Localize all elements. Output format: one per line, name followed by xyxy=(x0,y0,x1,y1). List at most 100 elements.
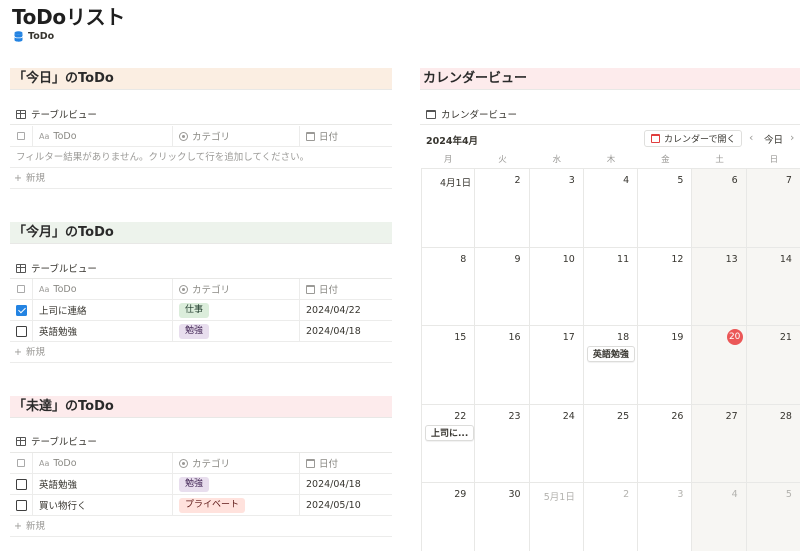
done-checkbox[interactable] xyxy=(15,478,27,490)
column-label: 日付 xyxy=(319,132,339,143)
open-in-calendar-button[interactable]: カレンダーで開く xyxy=(644,130,743,147)
chevron-left-icon[interactable]: ‹ xyxy=(749,131,753,144)
calendar-day[interactable]: 2 xyxy=(584,483,639,551)
date-cell[interactable]: 2024/04/22 xyxy=(300,300,392,320)
category-column-header[interactable]: カテゴリ xyxy=(173,453,300,473)
table-row[interactable]: 買い物行く プライベート 2024/05/10 xyxy=(10,495,392,516)
todo-cell[interactable]: 英語勉強 xyxy=(33,321,173,341)
day-number: 12 xyxy=(671,253,684,265)
calendar-day[interactable]: 15 xyxy=(421,326,476,404)
calendar-day[interactable]: 28 xyxy=(746,404,800,482)
day-number: 23 xyxy=(508,410,521,422)
category-cell[interactable]: 仕事 xyxy=(173,300,300,320)
calendar-day[interactable]: 7 xyxy=(746,169,800,247)
calendar-day[interactable]: 24 xyxy=(530,404,584,482)
day-number: 4 xyxy=(731,489,738,500)
category-column-header[interactable]: カテゴリ xyxy=(173,126,300,146)
plus-icon: + xyxy=(14,521,22,532)
calendar-day[interactable]: 19 xyxy=(638,326,693,404)
category-cell[interactable]: 勉強 xyxy=(173,321,300,341)
calendar-day[interactable]: 4 xyxy=(692,483,747,551)
calendar-day[interactable]: 16 xyxy=(475,326,530,404)
calendar-day[interactable]: 6 xyxy=(692,169,747,247)
todo-cell[interactable]: 英語勉強 xyxy=(33,474,173,494)
checkbox-column-header[interactable] xyxy=(10,126,33,146)
calendar-day[interactable]: 13 xyxy=(692,247,747,325)
table-row[interactable]: 上司に連絡 仕事 2024/04/22 xyxy=(10,300,392,321)
calendar-day[interactable]: 3 xyxy=(530,169,584,247)
checkbox-column-header[interactable] xyxy=(10,279,33,299)
calendar-day[interactable]: 9 xyxy=(475,247,530,325)
today-day-number: 20 xyxy=(726,329,743,345)
month-table-view-tab[interactable]: テーブルビュー xyxy=(16,261,97,275)
calendar-week: 29 30 5月1日 2 3 4 5 xyxy=(421,482,800,551)
new-row-button[interactable]: + 新規 xyxy=(10,342,392,363)
calendar-day[interactable]: 14 xyxy=(746,247,800,325)
calendar-day[interactable]: 26 xyxy=(638,404,693,482)
calendar-day[interactable]: 10 xyxy=(530,247,584,325)
day-number: 18 xyxy=(617,332,630,343)
checkbox-column-header[interactable] xyxy=(10,453,33,473)
calendar-day[interactable]: 2 xyxy=(475,169,530,247)
chevron-right-icon[interactable]: › xyxy=(790,131,794,144)
calendar-day[interactable]: 11 xyxy=(584,247,639,325)
done-checkbox[interactable] xyxy=(15,499,27,511)
calendar-day[interactable]: 22 上司に... xyxy=(421,404,476,482)
todo-column-header[interactable]: Aa ToDo xyxy=(33,126,173,146)
calendar-day[interactable]: 30 xyxy=(475,483,530,551)
today-table-view-tab[interactable]: テーブルビュー xyxy=(16,107,97,121)
done-checkbox[interactable] xyxy=(15,304,27,316)
calendar-day[interactable]: 5 xyxy=(746,483,800,551)
table-row[interactable]: 英語勉強 勉強 2024/04/18 xyxy=(10,321,392,342)
calendar-day[interactable]: 5 xyxy=(638,169,693,247)
todo-cell[interactable]: 上司に連絡 xyxy=(33,300,173,320)
calendar-view-tab[interactable]: カレンダービュー xyxy=(426,107,517,121)
date-column-header[interactable]: 日付 xyxy=(300,279,392,299)
calendar-day[interactable]: 25 xyxy=(584,404,639,482)
done-checkbox[interactable] xyxy=(15,325,27,337)
calendar-event[interactable]: 英語勉強 xyxy=(586,346,635,362)
category-cell[interactable]: プライベート xyxy=(173,495,300,515)
calendar-day[interactable]: 3 xyxy=(638,483,693,551)
day-number: 29 xyxy=(454,489,467,500)
date-column-header[interactable]: 日付 xyxy=(300,453,392,473)
open-button-label: カレンダーで開く xyxy=(664,135,736,145)
calendar-day[interactable]: 12 xyxy=(638,247,693,325)
calendar-day[interactable]: 18 英語勉強 xyxy=(584,326,639,404)
calendar-day[interactable]: 4月1日 xyxy=(421,169,476,247)
calendar-day[interactable]: 8 xyxy=(421,247,476,325)
todo-column-header[interactable]: Aa ToDo xyxy=(33,279,173,299)
calendar-day[interactable]: 27 xyxy=(692,404,747,482)
select-property-icon xyxy=(179,284,188,294)
calendar-day[interactable]: 17 xyxy=(530,326,584,404)
calendar-event[interactable]: 上司に... xyxy=(425,424,475,441)
date-cell[interactable]: 2024/04/18 xyxy=(300,321,392,341)
todo-cell[interactable]: 買い物行く xyxy=(33,495,173,515)
category-column-header[interactable]: カテゴリ xyxy=(173,279,300,299)
calendar-day[interactable]: 5月1日 xyxy=(530,483,584,551)
empty-filter-message[interactable]: フィルター結果がありません。クリックして行を追加してください。 xyxy=(10,147,392,168)
calendar-day-today[interactable]: 20 xyxy=(692,326,747,404)
date-cell[interactable]: 2024/05/10 xyxy=(300,495,392,515)
todo-column-header[interactable]: Aa ToDo xyxy=(33,453,173,473)
calendar-day[interactable]: 4 xyxy=(584,169,639,247)
day-number: 10 xyxy=(562,253,575,265)
date-cell[interactable]: 2024/04/18 xyxy=(300,474,392,494)
new-label: 新規 xyxy=(25,347,45,358)
calendar-day[interactable]: 23 xyxy=(475,404,530,482)
column-label: 日付 xyxy=(319,285,339,296)
weekday-label: 金 xyxy=(661,155,670,165)
day-number: 30 xyxy=(508,489,521,500)
calendar-day[interactable]: 29 xyxy=(421,483,476,551)
table-row[interactable]: 英語勉強 勉強 2024/04/18 xyxy=(10,474,392,495)
undone-table-view-tab[interactable]: テーブルビュー xyxy=(16,434,97,448)
new-row-button[interactable]: + 新規 xyxy=(10,516,392,537)
database-link[interactable]: ToDo xyxy=(14,31,54,42)
today-button[interactable]: 今日 xyxy=(764,132,783,146)
calendar-day[interactable]: 21 xyxy=(746,326,800,404)
text-property-icon: Aa xyxy=(39,131,50,141)
category-cell[interactable]: 勉強 xyxy=(173,474,300,494)
new-row-button[interactable]: + 新規 xyxy=(10,168,392,189)
day-number: 19 xyxy=(671,332,684,343)
date-column-header[interactable]: 日付 xyxy=(300,126,392,146)
